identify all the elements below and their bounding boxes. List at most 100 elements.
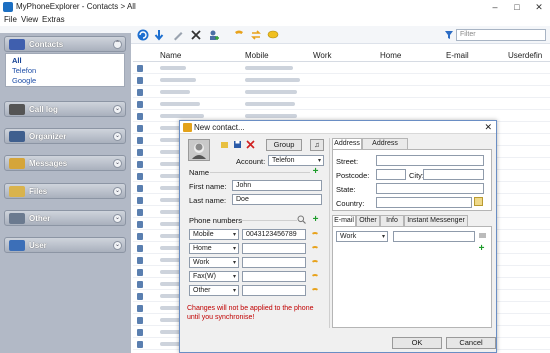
edit-icon[interactable] (172, 29, 184, 41)
blurred-mobile (245, 114, 297, 118)
table-row[interactable] (133, 87, 550, 98)
email-type-select[interactable]: Work ▾ (336, 231, 388, 242)
phone-type-select[interactable]: Fax(W) ▾ (189, 271, 239, 282)
column-name[interactable]: Name (160, 51, 181, 60)
tab-info[interactable]: Info (380, 215, 404, 226)
tab-address[interactable]: Address (332, 138, 362, 149)
sidebar-section-user[interactable]: User ⌄ (4, 237, 126, 253)
save-photo-icon[interactable] (233, 140, 242, 149)
table-row[interactable] (133, 99, 550, 110)
blurred-name (160, 90, 190, 94)
open-photo-icon[interactable] (220, 140, 229, 149)
chevron-down-icon[interactable]: ⌄ (113, 105, 122, 114)
sidebar-section-call-log[interactable]: Call log ⌄ (4, 101, 126, 117)
delete-icon[interactable] (190, 29, 202, 41)
sidebar-section-messages[interactable]: Messages ⌄ (4, 155, 126, 171)
sidebar-section-contacts[interactable]: Contacts ⌃ (4, 36, 126, 52)
column-userdefined[interactable]: Userdefin (508, 51, 542, 60)
sidebar-section-organizer[interactable]: Organizer ⌄ (4, 128, 126, 144)
menu-extras[interactable]: Extras (42, 15, 65, 24)
chevron-down-icon[interactable]: ⌄ (113, 214, 122, 223)
contact-type-icon (137, 305, 143, 312)
tab-email[interactable]: E-mail (332, 215, 356, 226)
contact-photo[interactable] (188, 139, 210, 161)
call-number-icon[interactable] (311, 287, 319, 295)
tab-other[interactable]: Other (356, 215, 380, 226)
phone-icon (9, 104, 25, 115)
dialog-title-bar: New contact... ✕ (180, 121, 496, 134)
filter-input[interactable]: Filter (456, 29, 546, 41)
call-number-icon[interactable] (311, 231, 319, 239)
menu-view[interactable]: View (21, 15, 38, 24)
email-action-icon[interactable] (478, 231, 487, 240)
contact-type-icon (137, 293, 143, 300)
add-contact-icon[interactable] (208, 29, 220, 41)
table-row[interactable] (133, 63, 550, 74)
table-row[interactable] (133, 75, 550, 86)
map-icon[interactable] (474, 197, 483, 206)
tab-address-work[interactable]: Address (work) (362, 138, 408, 157)
sidebar-section-label: Files (29, 187, 48, 196)
contact-type-icon (137, 125, 143, 132)
phone-type-select[interactable]: Mobile ▾ (189, 229, 239, 240)
state-input[interactable] (376, 183, 484, 194)
contact-type-icon (137, 257, 143, 264)
phone-number-input[interactable] (242, 257, 306, 268)
column-mobile[interactable]: Mobile (245, 51, 269, 60)
chevron-down-icon[interactable]: ⌄ (113, 241, 122, 250)
call-number-icon[interactable] (311, 245, 319, 253)
add-phone-icon[interactable]: + (311, 215, 320, 225)
refresh-icon[interactable] (137, 29, 149, 41)
street-input[interactable] (376, 155, 484, 166)
download-icon[interactable] (153, 29, 165, 41)
add-email-icon[interactable]: + (477, 244, 486, 254)
minimize-button[interactable]: – (484, 0, 506, 14)
menu-bar: File View Extras (0, 14, 550, 26)
column-email[interactable]: E-mail (446, 51, 469, 60)
phone-number-input[interactable] (242, 271, 306, 282)
remove-photo-icon[interactable] (246, 140, 255, 149)
chat-icon[interactable] (267, 29, 279, 41)
menu-file[interactable]: File (4, 15, 17, 24)
sidebar-item-telefon[interactable]: Telefon (12, 66, 36, 75)
add-name-field-icon[interactable]: + (311, 167, 320, 177)
first-name-input[interactable]: John (232, 180, 322, 191)
chevron-down-icon[interactable]: ⌄ (113, 159, 122, 168)
dialog-close-icon[interactable]: ✕ (484, 122, 492, 133)
ok-button[interactable]: OK (392, 337, 442, 349)
tools-icon (9, 213, 25, 224)
phone-type-select[interactable]: Home ▾ (189, 243, 239, 254)
maximize-button[interactable]: □ (506, 0, 528, 14)
call-number-icon[interactable] (311, 259, 319, 267)
close-button[interactable]: ✕ (528, 0, 550, 14)
sidebar-item-google[interactable]: Google (12, 76, 36, 85)
call-icon[interactable] (233, 29, 245, 41)
chevron-down-icon[interactable]: ⌄ (113, 187, 122, 196)
sync-icon[interactable] (250, 29, 262, 41)
chevron-down-icon[interactable]: ⌄ (113, 132, 122, 141)
search-icon[interactable] (297, 215, 306, 224)
cancel-button[interactable]: Cancel (446, 337, 496, 349)
phone-type-select[interactable]: Work ▾ (189, 257, 239, 268)
sidebar-section-label: User (29, 241, 47, 250)
phone-number-input[interactable] (242, 285, 306, 296)
city-input[interactable] (423, 169, 484, 180)
column-home[interactable]: Home (380, 51, 401, 60)
phone-type-select[interactable]: Other ▾ (189, 285, 239, 296)
chevron-up-icon[interactable]: ⌃ (113, 40, 122, 49)
last-name-input[interactable]: Doe (232, 194, 322, 205)
country-input[interactable] (376, 197, 472, 208)
call-number-icon[interactable] (311, 273, 319, 281)
phone-number-input[interactable] (242, 243, 306, 254)
sidebar-section-other[interactable]: Other ⌄ (4, 210, 126, 226)
group-button[interactable]: Group (266, 139, 302, 151)
sidebar-section-files[interactable]: Files ⌄ (4, 183, 126, 199)
column-work[interactable]: Work (313, 51, 332, 60)
account-select[interactable]: Telefon ▾ (268, 155, 324, 166)
ringtone-button[interactable]: ♫ (310, 139, 324, 151)
sidebar-item-all[interactable]: All (12, 56, 22, 65)
email-input[interactable] (393, 231, 475, 242)
phone-number-input[interactable]: 0043123456789 (242, 229, 306, 240)
tab-instant-messenger[interactable]: Instant Messenger (404, 215, 468, 226)
postcode-input[interactable] (376, 169, 406, 180)
